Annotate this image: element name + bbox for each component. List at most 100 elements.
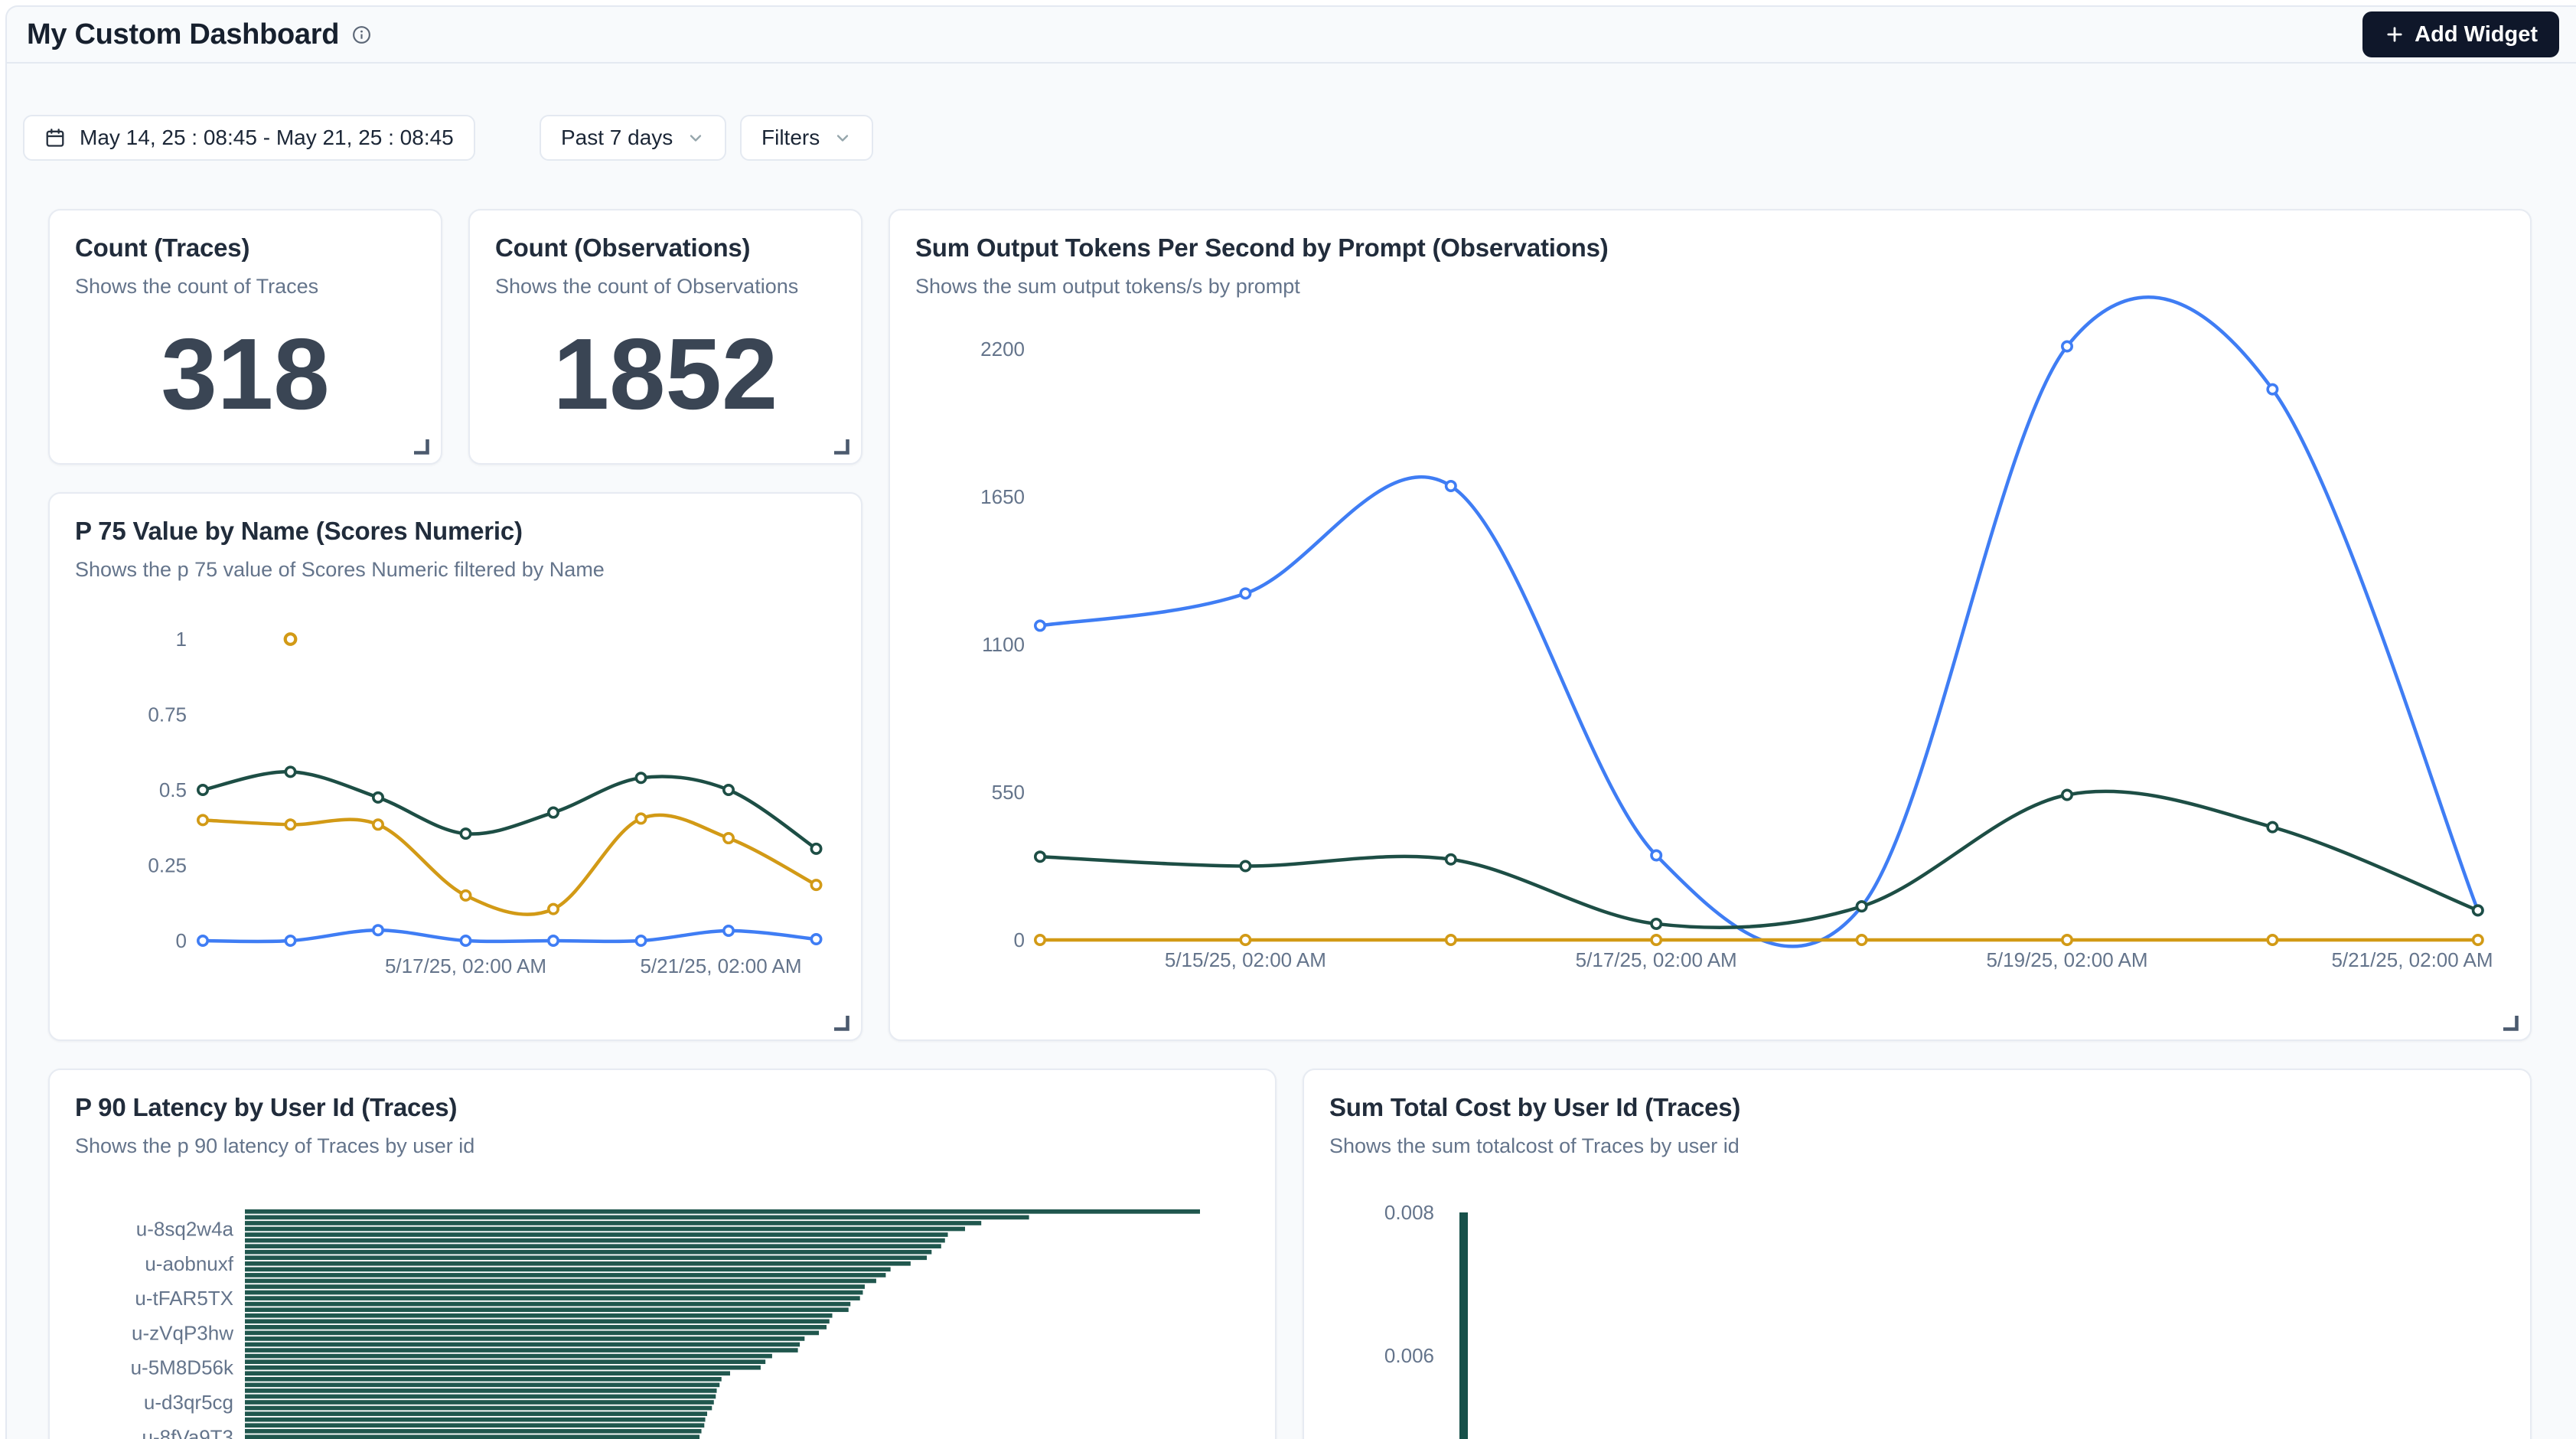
data-point-series-amber[interactable]: [285, 820, 295, 829]
bar[interactable]: [245, 1406, 712, 1411]
data-point-series-green[interactable]: [2062, 790, 2072, 799]
data-point-series-blue[interactable]: [2268, 384, 2277, 393]
y-axis-tick: 0.5: [159, 778, 187, 801]
bar[interactable]: [245, 1423, 704, 1428]
add-widget-button[interactable]: Add Widget: [2362, 11, 2559, 57]
data-point-series-amber[interactable]: [2473, 935, 2483, 945]
bar[interactable]: [245, 1336, 804, 1341]
bar[interactable]: [245, 1348, 798, 1353]
bar[interactable]: [245, 1302, 850, 1307]
bar[interactable]: [245, 1400, 714, 1405]
bar[interactable]: [245, 1395, 716, 1399]
data-point-series-blue[interactable]: [1652, 850, 1661, 860]
bar[interactable]: [245, 1273, 885, 1277]
data-point-series-green[interactable]: [461, 829, 470, 838]
data-point-series-green[interactable]: [724, 785, 733, 795]
data-point-series-blue[interactable]: [1241, 589, 1250, 598]
data-point-series-amber[interactable]: [1241, 935, 1250, 945]
bar[interactable]: [245, 1331, 819, 1336]
bar[interactable]: [245, 1418, 706, 1422]
info-icon[interactable]: [351, 24, 372, 45]
data-point-series-green[interactable]: [549, 808, 558, 817]
data-point-series-green[interactable]: [811, 844, 820, 853]
y-axis-tick: u-zVqP3hw: [132, 1321, 233, 1344]
data-point-series-amber[interactable]: [811, 880, 820, 889]
data-point-series-amber[interactable]: [373, 820, 383, 829]
data-point-series-blue[interactable]: [1446, 481, 1456, 491]
data-point-series-amber[interactable]: [636, 814, 645, 823]
data-point-series-green[interactable]: [1446, 855, 1456, 864]
data-point-series-blue[interactable]: [461, 936, 470, 945]
bar[interactable]: [245, 1429, 702, 1434]
bar[interactable]: [245, 1371, 730, 1375]
data-point-series-green[interactable]: [1035, 852, 1045, 861]
data-point-series-amber[interactable]: [724, 834, 733, 843]
data-point-series-green[interactable]: [373, 793, 383, 802]
bar[interactable]: [245, 1359, 765, 1364]
bar[interactable]: [245, 1377, 722, 1382]
bar[interactable]: [245, 1354, 772, 1359]
data-point-series-blue[interactable]: [285, 936, 295, 945]
bar[interactable]: [245, 1255, 927, 1260]
bar[interactable]: [245, 1325, 827, 1330]
data-point-series-amber[interactable]: [1446, 935, 1456, 945]
bar[interactable]: [245, 1411, 707, 1416]
data-point-series-amber[interactable]: [1035, 935, 1045, 945]
data-point-series-blue[interactable]: [2062, 341, 2072, 351]
data-point-series-amber[interactable]: [1652, 935, 1661, 945]
bar[interactable]: [245, 1383, 719, 1388]
bar[interactable]: [245, 1268, 891, 1272]
data-point-series-amber[interactable]: [198, 815, 207, 824]
filters-dropdown[interactable]: Filters: [740, 115, 873, 161]
bar[interactable]: [245, 1261, 911, 1266]
data-point-series-green[interactable]: [198, 785, 207, 795]
data-point-series-amber[interactable]: [461, 891, 470, 900]
bar[interactable]: [245, 1434, 699, 1439]
bar[interactable]: [245, 1313, 833, 1318]
bar[interactable]: [245, 1388, 717, 1393]
bar[interactable]: [245, 1238, 945, 1243]
data-point-series-green[interactable]: [1857, 902, 1866, 911]
data-point-series-amber[interactable]: [2062, 935, 2072, 945]
bar[interactable]: [245, 1221, 981, 1225]
bar[interactable]: [245, 1227, 965, 1232]
data-point-series-blue[interactable]: [724, 926, 733, 935]
bar[interactable]: [245, 1307, 849, 1312]
bar[interactable]: [245, 1232, 948, 1237]
bar[interactable]: [245, 1319, 830, 1323]
bar[interactable]: [245, 1343, 800, 1347]
bar[interactable]: [245, 1209, 1200, 1214]
bar[interactable]: [1459, 1212, 1468, 1439]
data-point-series-amber[interactable]: [2268, 935, 2277, 945]
data-point-series-blue[interactable]: [811, 935, 820, 944]
date-range-picker[interactable]: May 14, 25 : 08:45 - May 21, 25 : 08:45: [23, 115, 475, 161]
resize-handle-icon[interactable]: [2501, 1013, 2519, 1032]
data-point-series-blue[interactable]: [198, 936, 207, 945]
data-point-series-green[interactable]: [1241, 861, 1250, 870]
data-point-series-green[interactable]: [2473, 905, 2483, 915]
resize-handle-icon[interactable]: [832, 1013, 850, 1032]
data-point-series-amber[interactable]: [549, 904, 558, 913]
bar[interactable]: [245, 1279, 876, 1284]
bar[interactable]: [245, 1296, 860, 1300]
data-point-series-blue[interactable]: [373, 925, 383, 935]
resize-handle-icon[interactable]: [412, 437, 430, 455]
data-point-series-blue[interactable]: [1035, 621, 1045, 630]
data-point-series-green[interactable]: [1652, 919, 1661, 928]
bar[interactable]: [245, 1244, 941, 1248]
bar[interactable]: [245, 1291, 862, 1295]
bar[interactable]: [245, 1250, 931, 1255]
bar[interactable]: [245, 1215, 1029, 1220]
data-point-series-green[interactable]: [2268, 822, 2277, 831]
time-preset-dropdown[interactable]: Past 7 days: [540, 115, 726, 161]
data-point-series-green[interactable]: [285, 767, 295, 776]
bar[interactable]: [245, 1284, 865, 1289]
data-point-series-green[interactable]: [636, 773, 645, 782]
resize-handle-icon[interactable]: [832, 437, 850, 455]
data-point-series-blue[interactable]: [549, 936, 558, 945]
data-point-singleton-amber[interactable]: [285, 634, 296, 644]
bar[interactable]: [245, 1366, 761, 1370]
data-point-series-amber[interactable]: [1857, 935, 1866, 945]
plus-icon: [2384, 24, 2405, 45]
data-point-series-blue[interactable]: [636, 936, 645, 945]
